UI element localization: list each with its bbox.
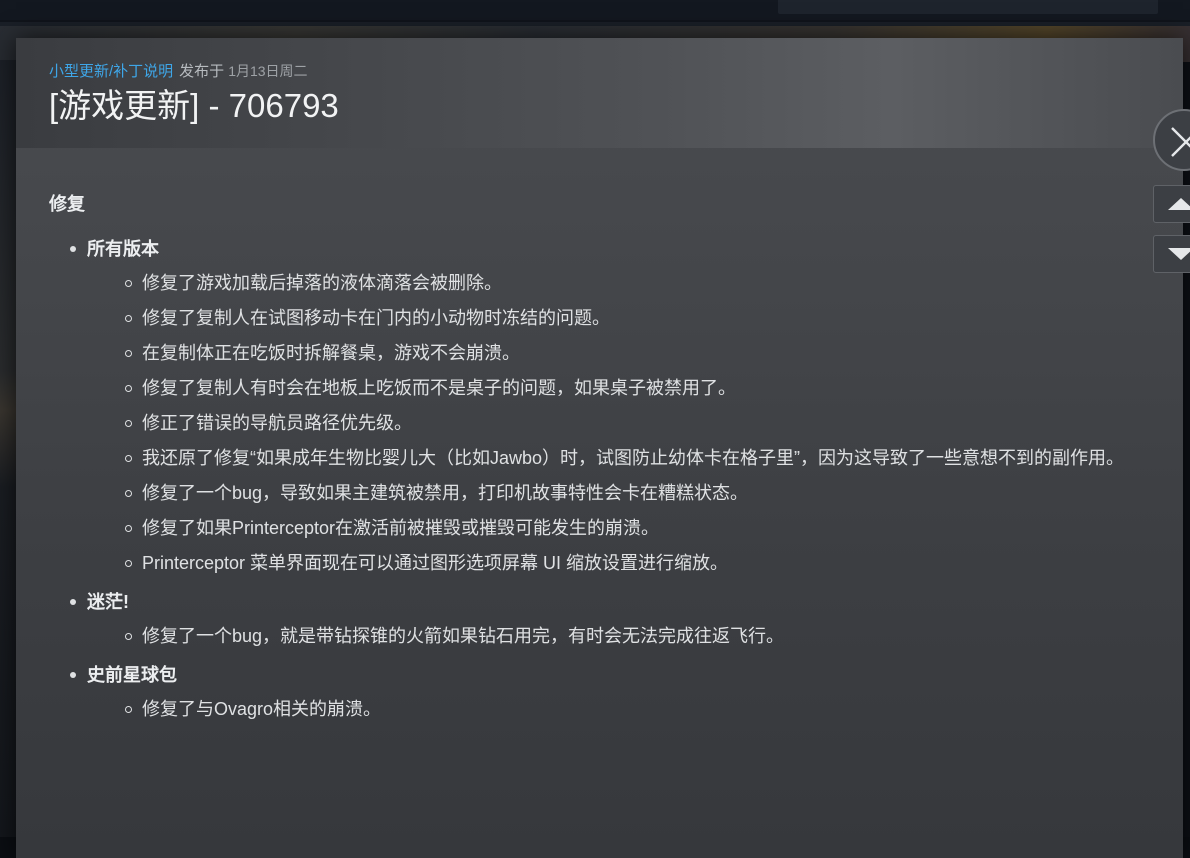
bullet-dot xyxy=(70,672,76,678)
fix-groups-list: 所有版本修复了游戏加载后掉落的液体滴落会被删除。修复了复制人在试图移动卡在门内的… xyxy=(49,232,1149,727)
fix-item: Printerceptor 菜单界面现在可以通过图形选项屏幕 UI 缩放设置进行… xyxy=(125,546,1149,581)
fix-group: 迷茫! 修复了一个bug，就是带钻探锥的火箭如果钻石用完，有时会无法完成往返飞行。 xyxy=(70,585,1149,654)
fix-item: 在复制体正在吃饭时拆解餐桌，游戏不会崩溃。 xyxy=(125,336,1149,371)
triangle-down-icon xyxy=(1168,248,1190,260)
fix-item-text: 修复了一个bug，就是带钻探锥的火箭如果钻石用完，有时会无法完成往返飞行。 xyxy=(142,626,785,646)
fix-item-text: 在复制体正在吃饭时拆解餐桌，游戏不会崩溃。 xyxy=(142,343,520,363)
section-heading: 修复 xyxy=(49,194,85,214)
fix-item-text: 修复了一个bug，导致如果主建筑被禁用，打印机故事特性会卡在糟糕状态。 xyxy=(142,483,749,503)
fix-item: 修复了复制人在试图移动卡在门内的小动物时冻结的问题。 xyxy=(125,301,1149,336)
bullet-circle xyxy=(125,560,132,567)
fix-items-list: 修复了一个bug，就是带钻探锥的火箭如果钻石用完，有时会无法完成往返飞行。 xyxy=(87,619,1149,654)
fix-item-text: 修复了复制人在试图移动卡在门内的小动物时冻结的问题。 xyxy=(142,308,610,328)
event-meta: 小型更新/补丁说明 发布于 1月13日周二 xyxy=(49,62,308,81)
bullet-circle xyxy=(125,280,132,287)
fix-item-text: 修复了与Ovagro相关的崩溃。 xyxy=(142,699,382,719)
bullet-circle xyxy=(125,315,132,322)
fix-item: 修复了复制人有时会在地板上吃饭而不是桌子的问题，如果桌子被禁用了。 xyxy=(125,371,1149,406)
bullet-dot xyxy=(70,246,76,252)
close-x-icon xyxy=(1171,127,1190,157)
fix-group-title: 所有版本 xyxy=(87,239,159,259)
background-left-edge xyxy=(0,60,16,837)
store-search-box xyxy=(778,0,1158,14)
event-modal: 小型更新/补丁说明 发布于 1月13日周二 [游戏更新] - 706793 修复 所… xyxy=(16,38,1183,858)
fix-items-list: 修复了与Ovagro相关的崩溃。 xyxy=(87,692,1149,727)
bullet-circle xyxy=(125,525,132,532)
event-body: 修复 所有版本修复了游戏加载后掉落的液体滴落会被删除。修复了复制人在试图移动卡在… xyxy=(49,188,1149,731)
fix-item: 修复了如果Printerceptor在激活前被摧毁或摧毁可能发生的崩溃。 xyxy=(125,511,1149,546)
fix-item-text: 我还原了修复“如果成年生物比婴儿大（比如Jawbo）时，试图防止幼体卡在格子里”… xyxy=(142,448,1125,468)
fix-item: 修复了一个bug，导致如果主建筑被禁用，打印机故事特性会卡在糟糕状态。 xyxy=(125,476,1149,511)
fix-item-text: Printerceptor 菜单界面现在可以通过图形选项屏幕 UI 缩放设置进行… xyxy=(142,553,729,573)
fix-items-list: 修复了游戏加载后掉落的液体滴落会被删除。修复了复制人在试图移动卡在门内的小动物时… xyxy=(87,266,1149,581)
bullet-dot xyxy=(70,599,76,605)
fix-item: 修正了错误的导航员路径优先级。 xyxy=(125,406,1149,441)
posted-date: 1月13日周二 xyxy=(228,63,308,79)
bullet-circle xyxy=(125,385,132,392)
fix-item: 我还原了修复“如果成年生物比婴儿大（比如Jawbo）时，试图防止幼体卡在格子里”… xyxy=(125,441,1149,476)
bullet-circle xyxy=(125,706,132,713)
bullet-circle xyxy=(125,420,132,427)
fix-group-title: 史前星球包 xyxy=(87,665,177,685)
fix-item-text: 修正了错误的导航员路径优先级。 xyxy=(142,413,412,433)
bullet-circle xyxy=(125,455,132,462)
fix-item: 修复了游戏加载后掉落的液体滴落会被删除。 xyxy=(125,266,1149,301)
triangle-up-icon xyxy=(1168,198,1190,210)
fix-item: 修复了与Ovagro相关的崩溃。 xyxy=(125,692,1149,727)
event-category-link[interactable]: 小型更新/补丁说明 xyxy=(49,63,173,80)
bullet-circle xyxy=(125,633,132,640)
event-title: [游戏更新] - 706793 xyxy=(49,87,339,124)
fix-item-text: 修复了复制人有时会在地板上吃饭而不是桌子的问题，如果桌子被禁用了。 xyxy=(142,378,736,398)
posted-label: 发布于 xyxy=(179,63,225,80)
next-event-button[interactable] xyxy=(1153,235,1190,273)
fix-group: 史前星球包修复了与Ovagro相关的崩溃。 xyxy=(70,658,1149,727)
fix-group-title: 迷茫! xyxy=(87,592,129,612)
fix-item-text: 修复了如果Printerceptor在激活前被摧毁或摧毁可能发生的崩溃。 xyxy=(142,518,660,538)
fix-item-text: 修复了游戏加载后掉落的液体滴落会被删除。 xyxy=(142,273,502,293)
event-header: 小型更新/补丁说明 发布于 1月13日周二 [游戏更新] - 706793 xyxy=(16,38,1183,148)
bullet-circle xyxy=(125,350,132,357)
fix-group: 所有版本修复了游戏加载后掉落的液体滴落会被删除。修复了复制人在试图移动卡在门内的… xyxy=(70,232,1149,581)
previous-event-button[interactable] xyxy=(1153,185,1190,223)
fix-item: 修复了一个bug，就是带钻探锥的火箭如果钻石用完，有时会无法完成往返飞行。 xyxy=(125,619,1149,654)
bullet-circle xyxy=(125,490,132,497)
